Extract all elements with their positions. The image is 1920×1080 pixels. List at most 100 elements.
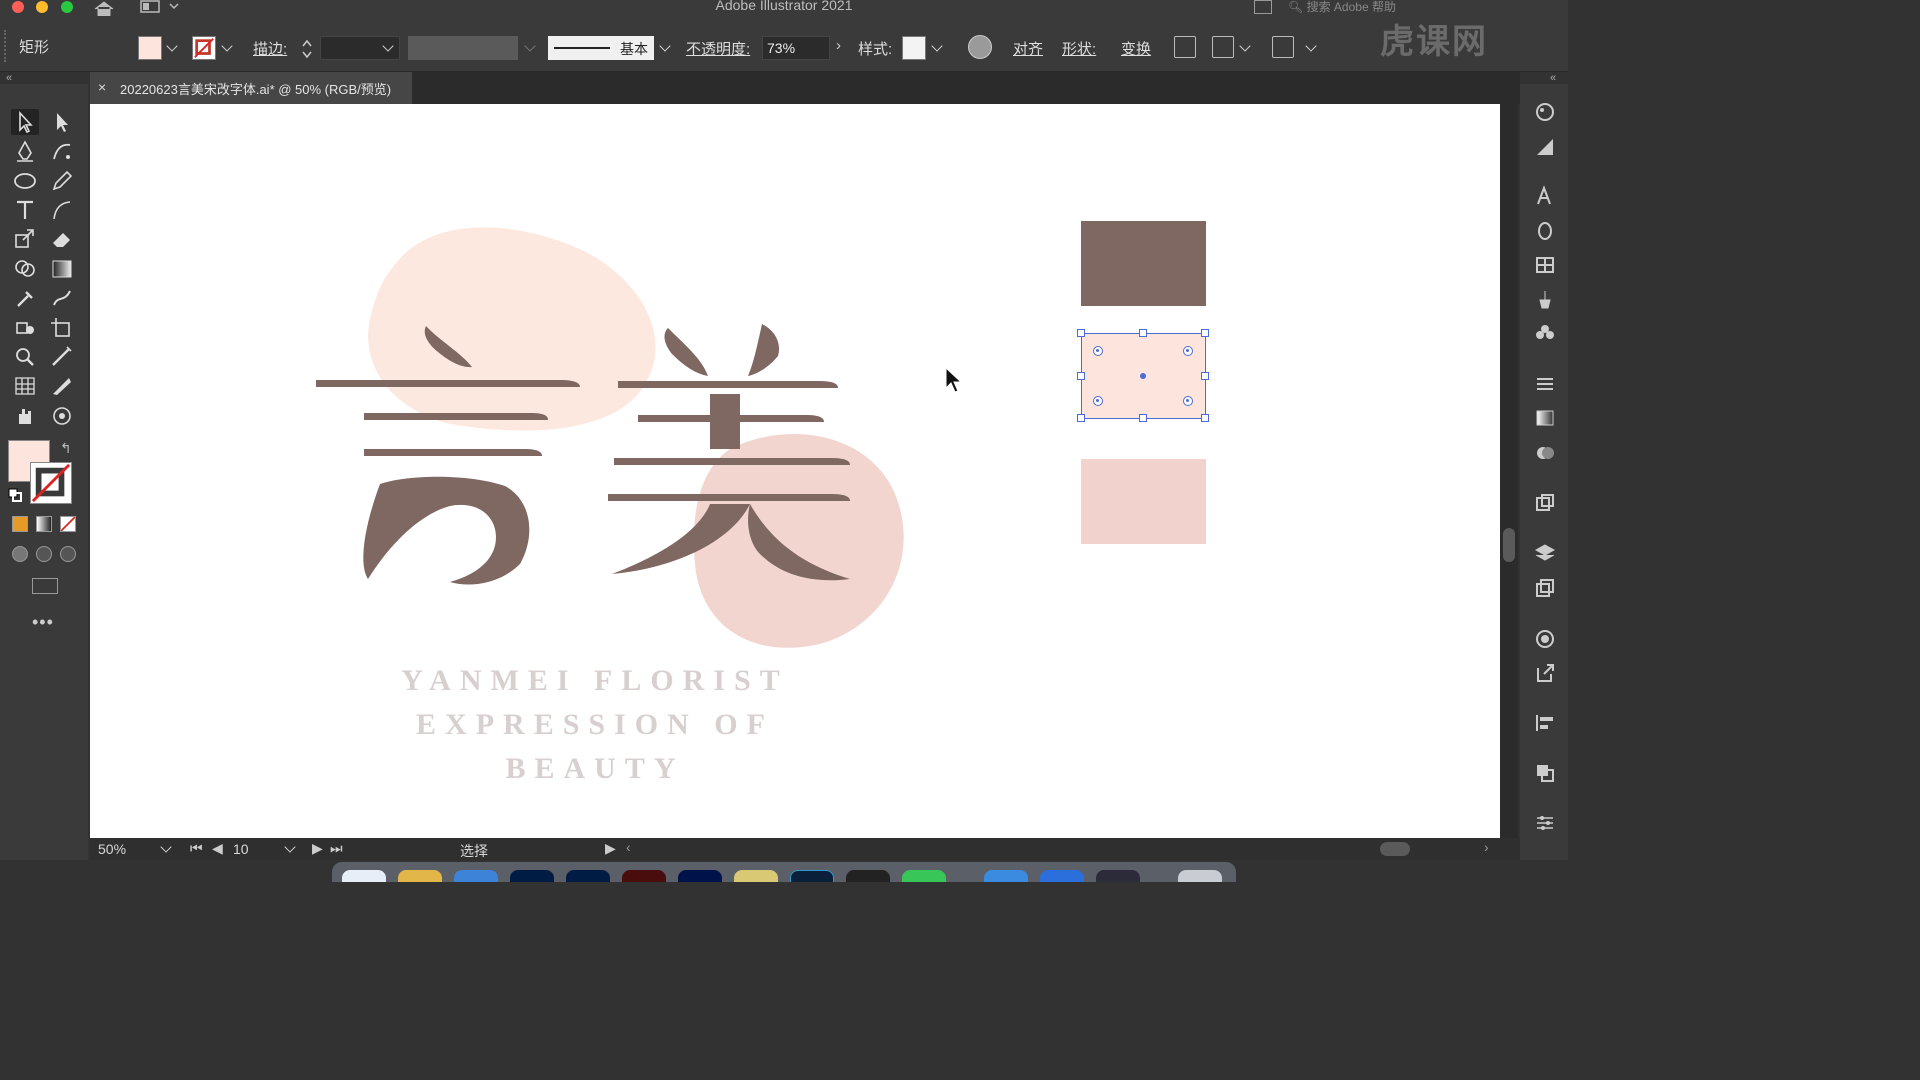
draw-behind-icon[interactable] xyxy=(36,546,52,562)
arrange-icon[interactable] xyxy=(1212,36,1234,58)
scale-tool-icon[interactable] xyxy=(11,226,39,252)
fill-dropdown-icon[interactable] xyxy=(166,40,178,52)
fill-color-swatch[interactable] xyxy=(138,36,162,60)
selection-tool-icon[interactable] xyxy=(11,109,39,135)
app-dock-icon-7[interactable] xyxy=(1040,870,1084,882)
color-mode-icon[interactable] xyxy=(12,516,28,532)
puppet-warp-tool-icon[interactable] xyxy=(48,285,76,311)
shape-builder-tool-icon[interactable] xyxy=(11,256,39,282)
app-dock-icon-5[interactable] xyxy=(846,870,890,882)
resize-handle-right[interactable] xyxy=(1201,372,1209,380)
collapse-right-icon[interactable]: « xyxy=(1550,72,1556,84)
transform-panel-link[interactable]: 变换 xyxy=(1121,38,1151,59)
asset-export-icon[interactable] xyxy=(1534,577,1556,599)
pathfinder-panel-icon[interactable] xyxy=(1534,762,1556,784)
artboard-tool-icon[interactable] xyxy=(48,315,76,341)
brush-definition[interactable]: 基本 xyxy=(548,36,654,60)
swatches-panel-icon[interactable] xyxy=(1534,254,1556,276)
brushes-panel-icon[interactable] xyxy=(1534,288,1556,310)
resize-handle-top-right[interactable] xyxy=(1201,329,1209,337)
selection-bounding-box[interactable] xyxy=(1077,329,1209,422)
align-panel-icon[interactable] xyxy=(1534,712,1556,734)
symbols-panel-icon[interactable] xyxy=(1534,322,1556,344)
app-dock-icon-1[interactable] xyxy=(510,870,554,882)
character-panel-icon[interactable] xyxy=(1534,185,1556,207)
resize-handle-top[interactable] xyxy=(1139,329,1147,337)
scroll-left-icon[interactable]: ‹ xyxy=(626,839,631,855)
pen-tool-icon[interactable] xyxy=(11,139,39,165)
resize-handle-bottom[interactable] xyxy=(1139,414,1147,422)
zoom-tool-icon[interactable] xyxy=(11,344,39,370)
type-tool-icon[interactable] xyxy=(11,197,39,223)
stroke-color-box[interactable] xyxy=(30,462,72,504)
scroll-right-icon[interactable]: › xyxy=(1484,839,1489,855)
draw-inside-icon[interactable] xyxy=(60,546,76,562)
app-dock-icon-8[interactable] xyxy=(1096,870,1140,882)
color-guide-icon[interactable] xyxy=(1534,136,1556,158)
eyedropper-tool-icon[interactable] xyxy=(11,285,39,311)
artboard-number-field[interactable]: 10 xyxy=(233,841,249,857)
app-dock-icon-2[interactable] xyxy=(566,870,610,882)
arc-tool-icon[interactable] xyxy=(48,197,76,223)
wechat-dock-icon[interactable] xyxy=(902,870,946,882)
zoom-dropdown-icon[interactable] xyxy=(160,841,172,853)
brush-dropdown-icon[interactable] xyxy=(659,40,671,52)
brown-color-rectangle[interactable] xyxy=(1081,221,1206,306)
horizontal-scroll-thumb[interactable] xyxy=(1380,842,1410,856)
opacity-label[interactable]: 不透明度: xyxy=(686,38,750,59)
corner-widget-top-right[interactable] xyxy=(1183,346,1193,356)
gradient-mode-icon[interactable] xyxy=(36,516,52,532)
artboards-panel-icon[interactable] xyxy=(1534,492,1556,514)
variable-width-profile[interactable] xyxy=(408,36,518,60)
corner-widget-bottom-right[interactable] xyxy=(1183,396,1193,406)
default-fill-stroke-icon[interactable] xyxy=(8,488,22,502)
screen-mode-icon[interactable] xyxy=(32,578,58,594)
hand-tool-icon[interactable] xyxy=(11,403,39,429)
opacity-arrow-icon[interactable]: › xyxy=(836,37,841,54)
appearance-panel-icon[interactable] xyxy=(1534,628,1556,650)
profile-dropdown-icon[interactable] xyxy=(524,40,536,52)
pencil-tool-icon[interactable] xyxy=(48,168,76,194)
gradient-tool-icon[interactable] xyxy=(48,256,76,282)
color-panel-icon[interactable] xyxy=(1534,101,1556,123)
recolor-artwork-icon[interactable] xyxy=(968,35,992,59)
close-tab-icon[interactable]: × xyxy=(98,79,106,95)
curvature-tool-icon[interactable] xyxy=(48,139,76,165)
first-artboard-icon[interactable]: ⏮ xyxy=(190,840,203,857)
ellipse-tool-icon[interactable] xyxy=(11,168,39,194)
app-dock-icon-3[interactable] xyxy=(678,870,722,882)
zoom-level-field[interactable]: 50% xyxy=(98,841,126,857)
vertical-scrollbar[interactable] xyxy=(1500,104,1518,838)
style-dropdown-icon[interactable] xyxy=(931,40,943,52)
launchpad-dock-icon[interactable] xyxy=(398,870,442,882)
pink-color-rectangle[interactable] xyxy=(1081,459,1206,544)
safari-dock-icon[interactable] xyxy=(454,870,498,882)
live-paint-bucket-icon[interactable] xyxy=(11,315,39,341)
direct-selection-tool-icon[interactable] xyxy=(48,109,76,135)
graph-tool-icon[interactable] xyxy=(11,373,39,399)
swap-fill-stroke-icon[interactable]: ↰ xyxy=(60,440,72,457)
gradient-panel-icon[interactable] xyxy=(1534,407,1556,429)
stroke-panel-icon[interactable] xyxy=(1534,373,1556,395)
resize-handle-left[interactable] xyxy=(1077,372,1085,380)
edit-toolbar-more-icon[interactable]: ••• xyxy=(32,612,54,633)
app-dock-icon-6[interactable] xyxy=(984,870,1028,882)
align-panel-link[interactable]: 对齐 xyxy=(1013,38,1043,59)
status-text[interactable]: 选择 xyxy=(460,841,488,861)
stroke-dropdown-icon[interactable] xyxy=(221,40,233,52)
layers-panel-icon[interactable] xyxy=(1534,542,1556,564)
illustrator-dock-icon[interactable] xyxy=(622,870,666,882)
properties-panel-icon[interactable] xyxy=(1534,812,1556,834)
opentype-panel-icon[interactable] xyxy=(1534,220,1556,242)
edit-toolbar-icon[interactable] xyxy=(1272,36,1294,58)
arrange-dropdown-icon[interactable] xyxy=(1239,40,1251,52)
trash-dock-icon[interactable] xyxy=(1178,870,1222,882)
next-artboard-icon[interactable]: ▶ xyxy=(312,840,323,857)
opacity-input[interactable]: 73% xyxy=(762,36,830,60)
stroke-weight-stepper[interactable] xyxy=(300,38,314,60)
status-menu-arrow-icon[interactable]: ▶ xyxy=(605,840,616,857)
document-tab[interactable]: × 20220623言美宋改字体.ai* @ 50% (RGB/预览) xyxy=(90,72,412,104)
resize-handle-top-left[interactable] xyxy=(1077,329,1085,337)
panel-toggle-icon[interactable] xyxy=(1254,0,1272,14)
draw-normal-icon[interactable] xyxy=(12,546,28,562)
